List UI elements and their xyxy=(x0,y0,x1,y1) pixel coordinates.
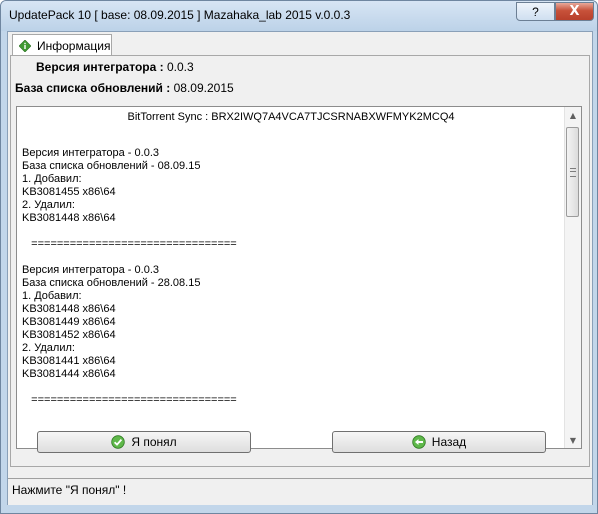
bittorrent-sync-line: BitTorrent Sync : BRX2IWQ7A4VCA7TJCSRNAB… xyxy=(127,111,455,123)
scroll-down-arrow-icon[interactable]: ▼ xyxy=(565,432,581,448)
vertical-scrollbar[interactable]: ▲ ▼ xyxy=(564,107,581,448)
back-arrow-icon xyxy=(412,435,426,449)
close-button[interactable]: X xyxy=(555,2,594,21)
info-diamond-icon xyxy=(19,39,31,52)
help-button[interactable]: ? xyxy=(516,2,555,21)
window-title: UpdatePack 10 [ base: 08.09.2015 ] Mazah… xyxy=(9,8,351,22)
status-text: Нажмите "Я понял" ! xyxy=(12,483,127,497)
close-icon: X xyxy=(569,4,580,19)
tab-panel: Версия интегратора : 0.0.3 База списка о… xyxy=(10,55,590,467)
app-window: UpdatePack 10 [ base: 08.09.2015 ] Mazah… xyxy=(0,0,598,514)
base-date-row: База списка обновлений : 08.09.2015 xyxy=(15,81,234,95)
client-area: Информация Версия интегратора : 0.0.3 Ба… xyxy=(7,31,593,505)
scroll-thumb[interactable] xyxy=(566,127,579,217)
ok-button[interactable]: Я понял xyxy=(37,431,251,453)
scroll-up-arrow-icon[interactable]: ▲ xyxy=(565,107,581,123)
ok-button-label: Я понял xyxy=(131,435,177,449)
check-circle-icon xyxy=(111,435,126,449)
tab-info-label: Информация xyxy=(37,38,111,53)
status-bar: Нажмите "Я понял" ! xyxy=(8,478,592,505)
changelog-text: Версия интегратора - 0.0.3 База списка о… xyxy=(22,147,237,406)
integrator-version-row: Версия интегратора : 0.0.3 xyxy=(36,60,194,74)
integrator-version-value: 0.0.3 xyxy=(166,60,194,74)
title-bar[interactable]: UpdatePack 10 [ base: 08.09.2015 ] Mazah… xyxy=(1,1,597,31)
base-date-label: База списка обновлений : xyxy=(15,81,171,95)
base-date-value: 08.09.2015 xyxy=(173,81,234,95)
tab-info[interactable]: Информация xyxy=(12,34,112,56)
changelog-textbox[interactable]: BitTorrent Sync : BRX2IWQ7A4VCA7TJCSRNAB… xyxy=(16,106,582,449)
integrator-version-label: Версия интегратора : xyxy=(36,60,164,74)
scroll-grip-icon xyxy=(570,168,576,177)
help-icon: ? xyxy=(532,4,539,19)
back-button[interactable]: Назад xyxy=(332,431,546,453)
back-button-label: Назад xyxy=(431,435,467,449)
